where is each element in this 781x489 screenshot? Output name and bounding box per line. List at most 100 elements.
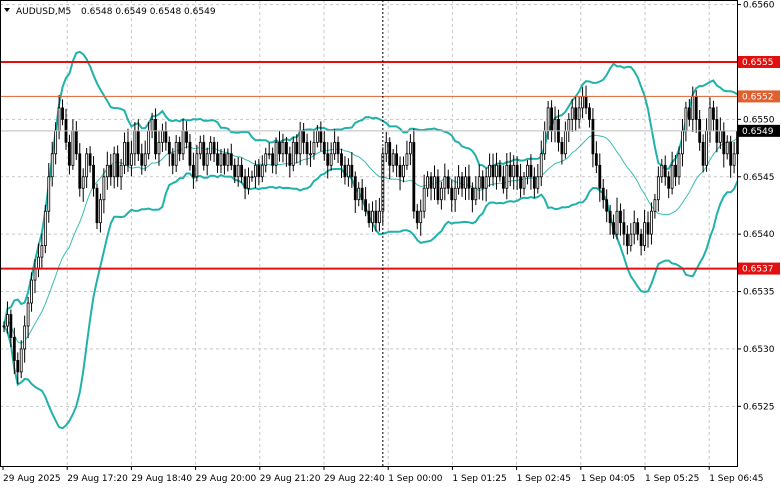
candle-body [322,141,326,155]
time-tick-label: 1 Sep 00:00 [388,474,443,484]
candle-body [247,176,250,189]
time-tick-label: 1 Sep 04:05 [581,474,635,484]
chart-grid [0,0,737,466]
candle-body [50,153,54,178]
candle-body [195,153,199,178]
candle-body [216,153,219,166]
candle-body [470,187,474,201]
candle-body [181,130,185,155]
candle-body [257,164,261,178]
candle-body [477,176,481,189]
candle-body [61,107,64,120]
candle-body [377,210,381,224]
candle-body [278,141,281,155]
candle-body [374,210,378,224]
candle-body [591,118,595,155]
candle-body [422,187,426,212]
candle-body [74,130,78,155]
candle-body [143,153,147,166]
candle-body [691,96,695,120]
candle-body [681,130,684,155]
candle-body [426,176,430,189]
candle-body [464,176,467,189]
candle-body [285,141,288,155]
candle-body [574,107,578,120]
candle-body [109,164,113,178]
candle-body [192,164,195,178]
candle-body [625,233,629,247]
candle-body [305,141,309,155]
candle-body [656,176,660,201]
candle-body [223,153,226,166]
candle-body [250,176,254,179]
candle-body [663,164,667,178]
candle-body [157,141,161,155]
candle-body [19,348,23,373]
level-price-label: 0.6552 [742,92,774,102]
candle-body [302,130,306,143]
candle-body [43,210,47,247]
candle-body [643,222,646,247]
candle-body [312,141,316,155]
candle-body [271,153,275,166]
candle-body [615,210,619,235]
candle-body [501,176,505,189]
candle-body [484,176,488,189]
price-chart[interactable]: 0.6555 0.6552 0.6537 0.6549 0.6560 0.6550 0.6… [0,0,781,489]
candle-body [588,107,591,120]
candle-body [622,222,626,235]
candle-body [419,210,423,224]
candle-body [350,164,354,178]
candle-body [474,187,478,201]
candle-body [650,210,653,235]
candle-body [532,176,536,189]
candle-body [85,153,89,178]
candle-body [443,176,447,189]
candle-body [584,96,588,109]
candle-body [333,141,337,155]
candle-body [123,141,126,166]
candle-body [495,164,498,178]
candle-body [402,164,405,178]
candle-body [526,164,529,178]
candle-body [353,176,357,201]
candle-body [729,141,733,166]
time-tick-label: 1 Sep 05:25 [645,474,699,484]
candle-body [701,141,705,166]
candle-body [154,118,157,155]
candle-body [429,176,433,189]
candle-body [522,176,526,189]
candle-body [188,141,192,166]
candle-body [16,360,20,373]
candle-body [646,222,650,235]
candle-body [343,164,347,178]
candle-body [102,176,106,201]
candle-body [529,164,533,178]
price-tick-label: 0.6550 [743,115,775,125]
candle-body [732,153,736,166]
candle-body [357,187,361,201]
candle-body [653,199,657,212]
candle-body [536,176,540,189]
triangle-down-icon[interactable] [4,8,10,12]
candle-body [619,210,622,224]
candle-body [367,210,371,224]
candle-body [136,130,140,155]
candle-body [178,141,182,155]
bollinger-upper-line [3,50,739,327]
candle-body [319,130,323,143]
candle-body [398,164,402,178]
candle-body [687,107,691,120]
candle-body [415,210,419,224]
candle-body [260,164,264,178]
candle-body [360,187,364,201]
price-tick-label: 0.6525 [743,402,775,412]
candle-body [288,153,292,166]
candle-body [364,199,368,212]
candle-body [381,153,385,212]
time-tick-label: 1 Sep 01:25 [452,474,506,484]
candle-body [677,153,681,178]
candle-body [12,337,16,361]
candle-body [446,176,450,189]
bollinger-lower-line [3,168,739,430]
